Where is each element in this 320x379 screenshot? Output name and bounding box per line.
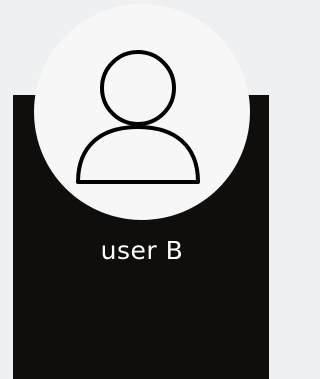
username-label: user B: [100, 236, 184, 265]
user-icon: [72, 37, 212, 187]
avatar[interactable]: [34, 4, 250, 220]
